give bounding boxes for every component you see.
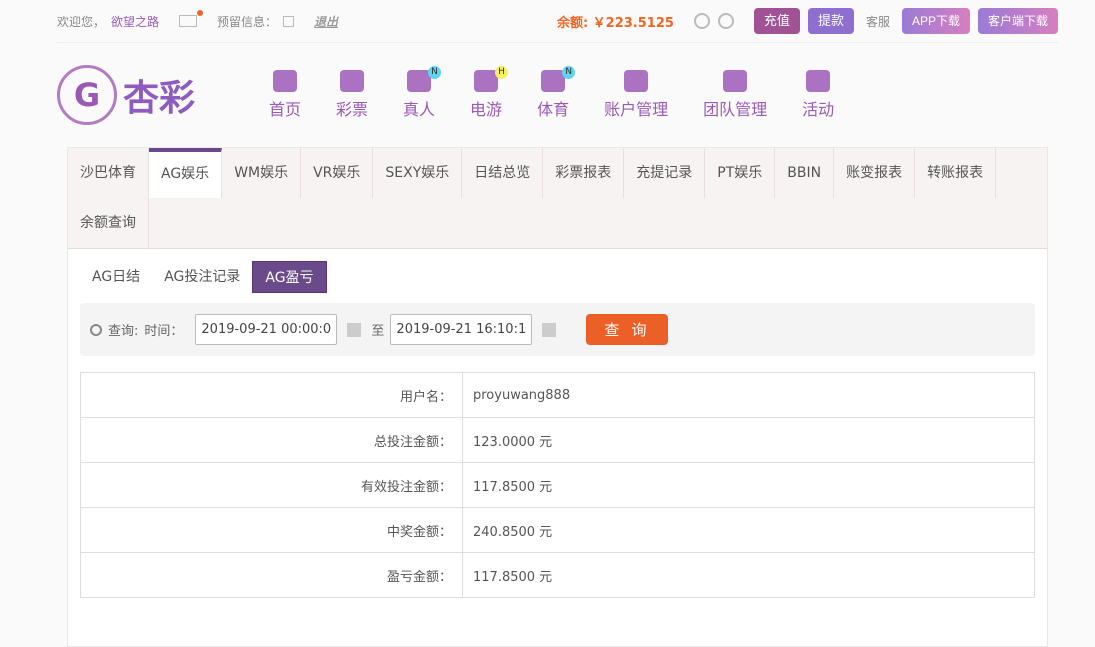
team-icon	[723, 70, 748, 92]
row-value: proyuwang888	[462, 372, 1035, 418]
start-time-input[interactable]	[195, 314, 338, 345]
nav-item[interactable]: 活动	[802, 70, 834, 120]
refresh-icon[interactable]	[693, 13, 710, 29]
row-value: 240.8500 元	[462, 507, 1035, 553]
row-value: 117.8500 元	[462, 552, 1035, 598]
tab[interactable]: SEXY娱乐	[373, 148, 463, 198]
calendar-icon[interactable]	[542, 322, 557, 337]
tab[interactable]: VR娱乐	[301, 148, 374, 198]
nav-label: 活动	[802, 100, 835, 119]
table-row: 有效投注金额： 117.8500 元	[80, 462, 1035, 508]
nav-label: 真人	[403, 100, 436, 119]
table-row: 中奖金额： 240.8500 元	[80, 507, 1035, 553]
tab[interactable]: 余额查询	[68, 198, 149, 248]
search-bar: 查询: 时间： 至 查 询	[80, 303, 1035, 356]
row-label: 盈亏金额：	[80, 552, 463, 598]
nav-item[interactable]: 账户管理	[604, 70, 668, 120]
profit-table: 用户名： proyuwang888 总投注金额： 123.0000 元有效投注金额： 1…	[80, 372, 1035, 598]
time-label: 时间：	[144, 324, 184, 339]
row-value: 123.0000 元	[462, 417, 1035, 463]
withdraw-button[interactable]: 提款	[807, 8, 854, 34]
report-tabs: 沙巴体育 AG娱乐 WM娱乐 VR娱乐 SEXY娱乐 日结总览 彩票报表 充提记录 PT娱乐 BB…	[68, 148, 1047, 249]
nav-label: 彩票	[336, 100, 369, 119]
nav-item[interactable]: 体育 N	[537, 66, 576, 120]
nav-badge: N	[428, 66, 442, 79]
logo-text: 杏彩	[123, 78, 196, 119]
nav-label: 首页	[269, 100, 302, 119]
end-time-input[interactable]	[390, 314, 533, 345]
tab[interactable]: PT娱乐	[705, 148, 776, 198]
recharge-button[interactable]: 充值	[753, 8, 800, 34]
edit-icon[interactable]	[283, 15, 295, 27]
tab[interactable]: 沙巴体育	[68, 148, 149, 198]
nav-item[interactable]: 团队管理	[703, 70, 767, 120]
logo[interactable]: G 杏彩	[57, 65, 257, 125]
row-label: 用户名：	[80, 372, 463, 418]
tab[interactable]: 彩票报表	[543, 148, 625, 198]
home-icon	[273, 70, 297, 92]
customer-service-link[interactable]: 客服	[866, 13, 890, 30]
nav-badge: H	[495, 66, 509, 79]
table-row: 用户名： proyuwang888	[80, 372, 1035, 418]
tab[interactable]: BBIN	[775, 148, 835, 198]
yen-coin-icon	[624, 70, 649, 92]
top-bar: 欢迎您， 欲望之路 预留信息： 退出 余额: ￥223.5125 充值 提款 客…	[57, 0, 1058, 43]
table-row: 总投注金额： 123.0000 元	[80, 417, 1035, 463]
nav-label: 电游	[470, 100, 503, 119]
tab[interactable]: AG娱乐	[149, 148, 223, 198]
sub-tab[interactable]: AG投注记录	[152, 261, 252, 293]
sub-tabs: AG日结 AG投注记录 AG盈亏	[80, 261, 1047, 293]
query-label: 查询:	[108, 324, 139, 339]
tab[interactable]: 账变报表	[834, 148, 916, 198]
client-download-button[interactable]: 客户端下载	[977, 8, 1058, 34]
row-label: 总投注金额：	[80, 417, 463, 463]
reserved-info-label: 预留信息：	[217, 14, 278, 29]
nav-label: 体育	[537, 100, 570, 119]
mail-icon[interactable]	[179, 10, 204, 27]
gift-icon	[806, 70, 831, 92]
main-nav: G 杏彩 首页 彩票 真人 N 电游 H 体育 N 账户管理 团队管理 活动	[57, 55, 869, 135]
calendar-icon[interactable]	[347, 322, 362, 337]
welcome-text: 欢迎您，	[57, 14, 106, 29]
tab[interactable]: 充提记录	[624, 148, 706, 198]
nav-item[interactable]: 电游 H	[470, 66, 509, 120]
nav-badge: N	[562, 66, 576, 79]
tab[interactable]: 日结总览	[462, 148, 544, 198]
report-panel: 沙巴体育 AG娱乐 WM娱乐 VR娱乐 SEXY娱乐 日结总览 彩票报表 充提记录 PT娱乐 BB…	[67, 147, 1048, 647]
to-label: 至	[371, 324, 385, 339]
query-button[interactable]: 查 询	[586, 314, 669, 345]
nav-item[interactable]: 真人 N	[403, 66, 442, 120]
tab[interactable]: 转账报表	[915, 148, 997, 198]
username-link[interactable]: 欲望之路	[111, 13, 159, 30]
logo-emblem: G	[57, 65, 117, 125]
ticket-icon	[340, 70, 365, 92]
nav-item[interactable]: 彩票	[336, 70, 368, 120]
search-icon	[90, 323, 102, 336]
app-download-button[interactable]: APP下载	[901, 8, 970, 34]
row-label: 中奖金额：	[80, 507, 463, 553]
tab[interactable]: WM娱乐	[222, 148, 302, 198]
nav-label: 团队管理	[703, 100, 768, 119]
nav-item[interactable]: 首页	[269, 70, 301, 120]
logout-link[interactable]: 退出	[314, 13, 338, 30]
nav-label: 账户管理	[604, 100, 669, 119]
row-value: 117.8500 元	[462, 462, 1035, 508]
balance: 余额: ￥223.5125	[556, 15, 674, 31]
table-row: 盈亏金额： 117.8500 元	[80, 552, 1035, 598]
sub-tab[interactable]: AG盈亏	[252, 261, 327, 293]
hide-eye-icon[interactable]	[717, 13, 734, 29]
sub-tab[interactable]: AG日结	[80, 261, 152, 293]
row-label: 有效投注金额：	[80, 462, 463, 508]
